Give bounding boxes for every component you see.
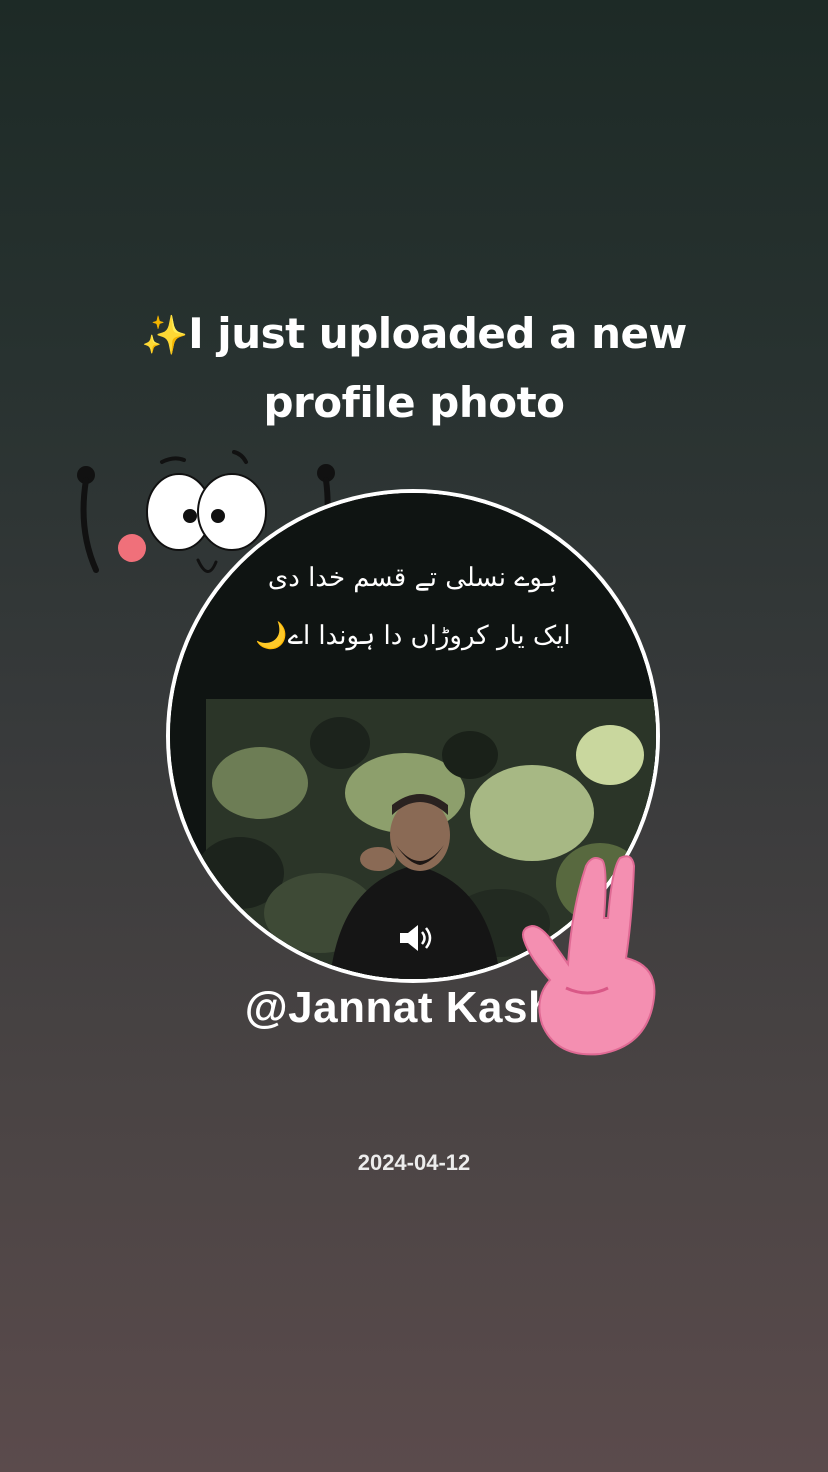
sticker-left-blush	[118, 534, 146, 562]
photo-caption-line-1: ہوے نسلی تے قسم خدا دی	[267, 563, 559, 593]
moon-icon: 🌙	[255, 621, 288, 651]
victory-hand-shape	[522, 855, 656, 1056]
sticker-left-arm	[80, 477, 99, 573]
sticker-right-eye	[197, 473, 267, 551]
sticker-left-pupil	[183, 509, 197, 523]
sticker-right-pupil	[211, 509, 225, 523]
headline-text: I just uploaded a new profile photo	[188, 309, 687, 427]
sparkle-icon: ✨	[141, 313, 189, 357]
victory-hand-sticker	[522, 855, 656, 1056]
post-date: 2024-04-12	[357, 1150, 471, 1175]
photo-caption-line-2: ایک یار کروڑاں دا ہوندا اے🌙	[170, 621, 656, 651]
photo-caption-line-2-text: ایک یار کروڑاں دا ہوندا اے	[287, 621, 571, 651]
sticker-right-brow	[232, 450, 248, 464]
profile-photo-story: ✨I just uploaded a new profile photo ہوے…	[0, 0, 828, 1472]
headline: ✨I just uploaded a new profile photo	[60, 300, 768, 437]
sticker-left-brow	[160, 456, 186, 464]
